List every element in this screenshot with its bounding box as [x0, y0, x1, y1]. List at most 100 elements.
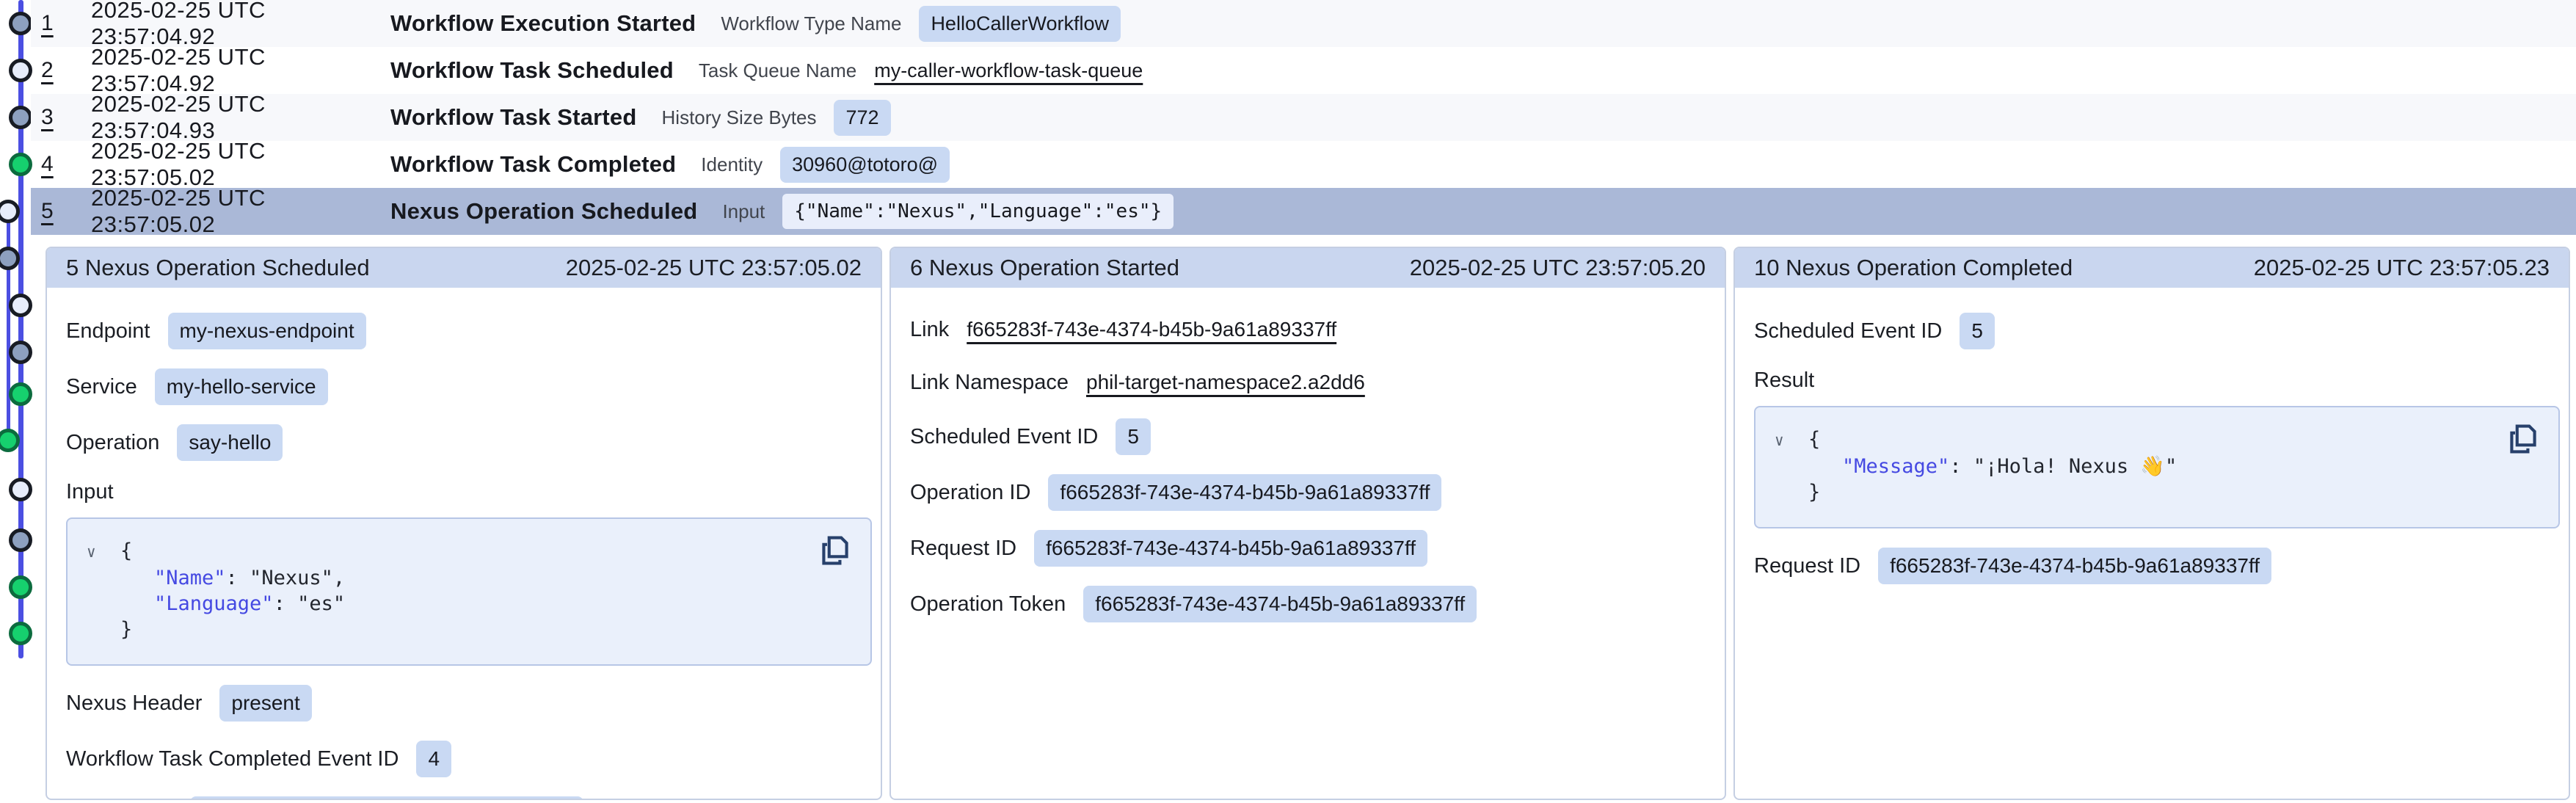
- timeline-event-dot-success: [9, 153, 32, 176]
- event-attribute-value: {"Name":"Nexus","Language":"es"}: [782, 194, 1174, 229]
- detail-field-value[interactable]: phil-target-namespace2.a2dd6: [1086, 371, 1365, 394]
- detail-field: Operation say-hello: [66, 424, 862, 461]
- event-attribute-value: 772: [834, 100, 890, 136]
- json-text: : "¡Hola! Nexus 👋": [1949, 455, 2177, 478]
- event-attribute-value: HelloCallerWorkflow: [919, 6, 1121, 42]
- json-text: }: [1808, 481, 1820, 504]
- event-detail-header[interactable]: 6 Nexus Operation Started 2025-02-25 UTC…: [891, 248, 1725, 288]
- json-text: {: [1808, 428, 1820, 451]
- event-timestamp: 2025-02-25 UTC 23:57:05.02: [91, 138, 390, 191]
- payload-line: ∨{: [1775, 426, 2536, 454]
- event-history-rows: 1 2025-02-25 UTC 23:57:04.92 Workflow Ex…: [31, 0, 2576, 235]
- event-row[interactable]: 4 2025-02-25 UTC 23:57:05.02 Workflow Ta…: [31, 141, 2576, 188]
- event-attribute-label: History Size Bytes: [662, 106, 817, 129]
- event-timestamp: 2025-02-25 UTC 23:57:04.92: [91, 44, 390, 97]
- timeline-event-dot-pending: [9, 478, 32, 501]
- payload-line: "Message": "¡Hola! Nexus 👋": [1775, 454, 2536, 479]
- json-key: "Language": [154, 592, 274, 615]
- event-name: Nexus Operation Scheduled: [390, 198, 697, 225]
- event-attribute-value[interactable]: my-caller-workflow-task-queue: [874, 59, 1143, 82]
- detail-field-value: 4: [416, 741, 451, 777]
- event-detail-card: 5 Nexus Operation Scheduled 2025-02-25 U…: [46, 247, 882, 800]
- event-detail-card: 6 Nexus Operation Started 2025-02-25 UTC…: [889, 247, 1726, 800]
- event-detail-title: 10 Nexus Operation Completed: [1754, 255, 2073, 281]
- detail-field-label: Operation ID: [910, 481, 1030, 505]
- payload-line: }: [1775, 479, 2536, 505]
- timeline-event-dot-neutral: [9, 12, 32, 35]
- copy-button[interactable]: [2507, 422, 2539, 458]
- detail-field: Operation ID f665283f-743e-4374-b45b-9a6…: [910, 474, 1706, 511]
- event-row[interactable]: 3 2025-02-25 UTC 23:57:04.93 Workflow Ta…: [31, 94, 2576, 141]
- event-id-link[interactable]: 2: [41, 58, 63, 83]
- event-detail-body: Endpoint my-nexus-endpoint Service my-he…: [47, 288, 881, 800]
- copy-button[interactable]: [819, 534, 851, 570]
- detail-field-label: Link: [910, 318, 949, 342]
- event-id-link[interactable]: 1: [41, 11, 63, 36]
- json-key: "Message": [1842, 455, 1949, 478]
- detail-field: Nexus Header present: [66, 685, 862, 722]
- event-attribute-label: Identity: [701, 153, 763, 176]
- payload-line: }: [87, 617, 848, 642]
- detail-field-label: Nexus Header: [66, 691, 202, 716]
- detail-field-value: f665283f-743e-4374-b45b-9a61a89337ff: [190, 796, 583, 800]
- payload-viewer: ∨{"Message": "¡Hola! Nexus 👋"}: [1754, 406, 2560, 528]
- detail-field-value: my-nexus-endpoint: [168, 313, 366, 349]
- event-detail-timestamp: 2025-02-25 UTC 23:57:05.20: [1410, 255, 1706, 281]
- detail-field-value: present: [219, 685, 311, 722]
- event-detail-header[interactable]: 5 Nexus Operation Scheduled 2025-02-25 U…: [47, 248, 881, 288]
- detail-field-value: f665283f-743e-4374-b45b-9a61a89337ff: [1878, 548, 2271, 584]
- event-name: Workflow Task Completed: [390, 151, 676, 178]
- event-row[interactable]: 1 2025-02-25 UTC 23:57:04.92 Workflow Ex…: [31, 0, 2576, 47]
- detail-field-value: 5: [1116, 418, 1151, 455]
- detail-field: Link Namespace phil-target-namespace2.a2…: [910, 366, 1706, 399]
- detail-field-label: Request ID: [910, 537, 1016, 561]
- detail-field-value: my-hello-service: [155, 368, 328, 405]
- workflow-event-history-view: 1 2025-02-25 UTC 23:57:04.92 Workflow Ex…: [0, 0, 2576, 803]
- json-text: : "Nexus",: [226, 567, 346, 589]
- event-row[interactable]: 5 2025-02-25 UTC 23:57:05.02 Nexus Opera…: [31, 188, 2576, 235]
- copy-icon: [2507, 422, 2539, 456]
- event-row[interactable]: 2 2025-02-25 UTC 23:57:04.92 Workflow Ta…: [31, 47, 2576, 94]
- detail-field: Request ID f665283f-743e-4374-b45b-9a61a…: [1754, 548, 2550, 584]
- timeline-event-dot-pending: [9, 59, 32, 82]
- detail-field-value: f665283f-743e-4374-b45b-9a61a89337ff: [1048, 474, 1441, 511]
- detail-field-label: Input: [66, 480, 862, 504]
- json-text: }: [120, 618, 132, 641]
- event-id-link[interactable]: 4: [41, 152, 63, 177]
- timeline-event-dot-neutral: [9, 528, 32, 552]
- event-name: Workflow Execution Started: [390, 10, 696, 37]
- detail-field: Result ∨{"Message": "¡Hola! Nexus 👋"}: [1754, 368, 2550, 528]
- event-detail-header[interactable]: 10 Nexus Operation Completed 2025-02-25 …: [1735, 248, 2569, 288]
- event-detail-title: 6 Nexus Operation Started: [910, 255, 1179, 281]
- event-name: Workflow Task Scheduled: [390, 57, 674, 84]
- event-detail-body: Link f665283f-743e-4374-b45b-9a61a89337f…: [891, 288, 1725, 642]
- payload-json: ∨{"Name": "Nexus","Language": "es"}: [87, 538, 848, 642]
- detail-field: Input ∨{"Name": "Nexus","Language": "es"…: [66, 480, 862, 666]
- detail-field: Request ID f665283f-743e-4374-b45b-9a61a…: [910, 530, 1706, 567]
- event-timestamp: 2025-02-25 UTC 23:57:05.02: [91, 185, 390, 238]
- main-line: [18, 0, 23, 658]
- payload-line: "Language": "es": [87, 591, 848, 617]
- detail-field: Endpoint my-nexus-endpoint: [66, 313, 862, 349]
- event-name: Workflow Task Started: [390, 104, 637, 131]
- detail-field-value[interactable]: f665283f-743e-4374-b45b-9a61a89337ff: [967, 318, 1336, 341]
- event-attribute-value: 30960@totoro@: [780, 147, 950, 183]
- detail-field-label: Service: [66, 375, 137, 399]
- detail-field-label: Result: [1754, 368, 2550, 393]
- payload-json: ∨{"Message": "¡Hola! Nexus 👋"}: [1775, 426, 2536, 505]
- timeline-event-dot-pending: [9, 294, 32, 317]
- timeline-event-dot-neutral: [9, 341, 32, 364]
- json-text: {: [120, 539, 132, 562]
- event-id-link[interactable]: 5: [41, 199, 63, 224]
- timeline-event-dot-success: [0, 429, 20, 452]
- detail-field-label: Operation Token: [910, 592, 1066, 617]
- event-detail-panels: 5 Nexus Operation Scheduled 2025-02-25 U…: [46, 247, 2570, 800]
- event-detail-body: Scheduled Event ID 5 Result ∨{"Message":…: [1735, 288, 2569, 603]
- detail-field: Service my-hello-service: [66, 368, 862, 405]
- chevron-down-icon[interactable]: ∨: [1775, 428, 1808, 454]
- detail-field: Scheduled Event ID 5: [910, 418, 1706, 455]
- chevron-down-icon[interactable]: ∨: [87, 539, 120, 565]
- timeline-event-dot-success: [9, 382, 32, 406]
- event-id-link[interactable]: 3: [41, 105, 63, 130]
- event-timestamp: 2025-02-25 UTC 23:57:04.92: [91, 0, 390, 50]
